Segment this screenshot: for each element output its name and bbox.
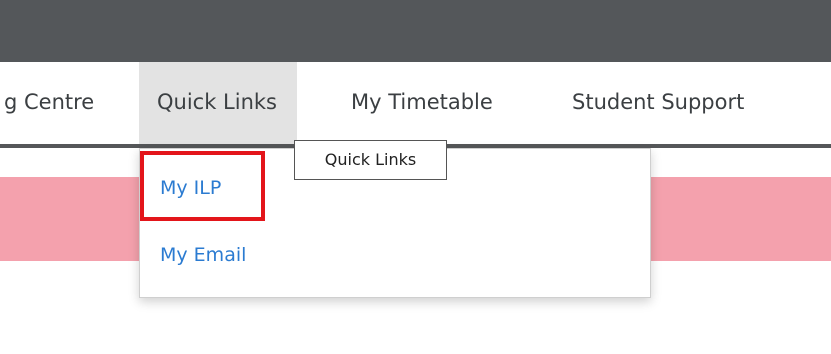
nav-item-student-support[interactable]: Student Support	[572, 62, 744, 144]
nav-item-learning-centre[interactable]: g Centre	[0, 62, 102, 144]
nav-item-quick-links[interactable]: Quick Links	[139, 62, 298, 144]
tooltip: Quick Links	[294, 140, 447, 180]
main-nav: g Centre Quick Links My Timetable Studen…	[0, 62, 831, 144]
dropdown-item-my-ilp[interactable]: My ILP	[160, 177, 221, 199]
top-bar	[0, 0, 831, 62]
nav-item-my-timetable[interactable]: My Timetable	[351, 62, 493, 144]
dropdown-item-my-email[interactable]: My Email	[160, 244, 246, 266]
